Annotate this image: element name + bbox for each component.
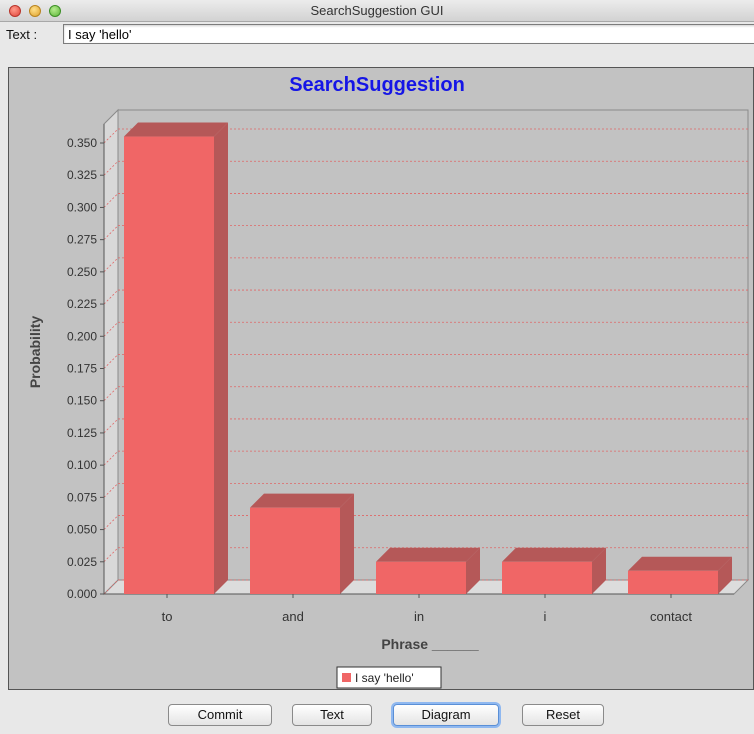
x-tick-label: and [282, 609, 304, 624]
diagram-button[interactable]: Diagram [393, 704, 499, 726]
button-bar [0, 690, 754, 734]
y-tick-label: 0.075 [67, 490, 97, 504]
y-tick-label: 0.300 [67, 200, 97, 214]
bar-and [250, 493, 354, 594]
legend-swatch [342, 673, 351, 682]
y-tick-label: 0.225 [67, 297, 97, 311]
x-axis-label: Phrase ______ [381, 636, 479, 652]
y-tick-label: 0.175 [67, 362, 97, 376]
bar [376, 561, 466, 594]
bar-in [376, 547, 480, 594]
x-tick-label: i [544, 609, 547, 624]
bar-top [376, 547, 480, 562]
y-tick-label: 0.350 [67, 136, 97, 150]
bar-contact [628, 556, 732, 594]
y-tick-label: 0.150 [67, 394, 97, 408]
legend: I say 'hello' [336, 666, 442, 689]
y-tick-label: 0.000 [67, 587, 97, 601]
bar [250, 507, 340, 594]
bar-side [214, 122, 228, 595]
y-tick-label: 0.325 [67, 168, 97, 182]
text-button[interactable]: Text [292, 704, 372, 726]
commit-button[interactable]: Commit [168, 704, 272, 726]
bar [628, 570, 718, 594]
y-tick-label: 0.125 [67, 426, 97, 440]
bar-side [340, 493, 354, 594]
bar-top [250, 493, 354, 508]
y-axis-label: Probability [27, 316, 43, 389]
y-tick-label: 0.200 [67, 329, 97, 343]
reset-button[interactable]: Reset [522, 704, 604, 726]
bar [502, 561, 592, 594]
chart-side-wall [103, 108, 119, 596]
bar-top [502, 547, 606, 562]
y-tick-label: 0.250 [67, 265, 97, 279]
x-tick-label: contact [650, 609, 692, 624]
bar-top [628, 556, 732, 571]
bar-i [502, 547, 606, 594]
y-tick-label: 0.100 [67, 458, 97, 472]
bar-chart: 0.000 0.025 0.050 0.075 0.100 0.125 0.150 0.175… [27, 108, 750, 689]
bar-to [124, 122, 228, 595]
legend-label: I say 'hello' [355, 671, 414, 685]
x-tick-label: in [414, 609, 424, 624]
y-tick-label: 0.050 [67, 523, 97, 537]
y-tick-label: 0.025 [67, 555, 97, 569]
y-tick-label: 0.275 [67, 233, 97, 247]
bar-top [124, 122, 228, 137]
x-tick-label: to [162, 609, 173, 624]
bar [124, 136, 214, 595]
